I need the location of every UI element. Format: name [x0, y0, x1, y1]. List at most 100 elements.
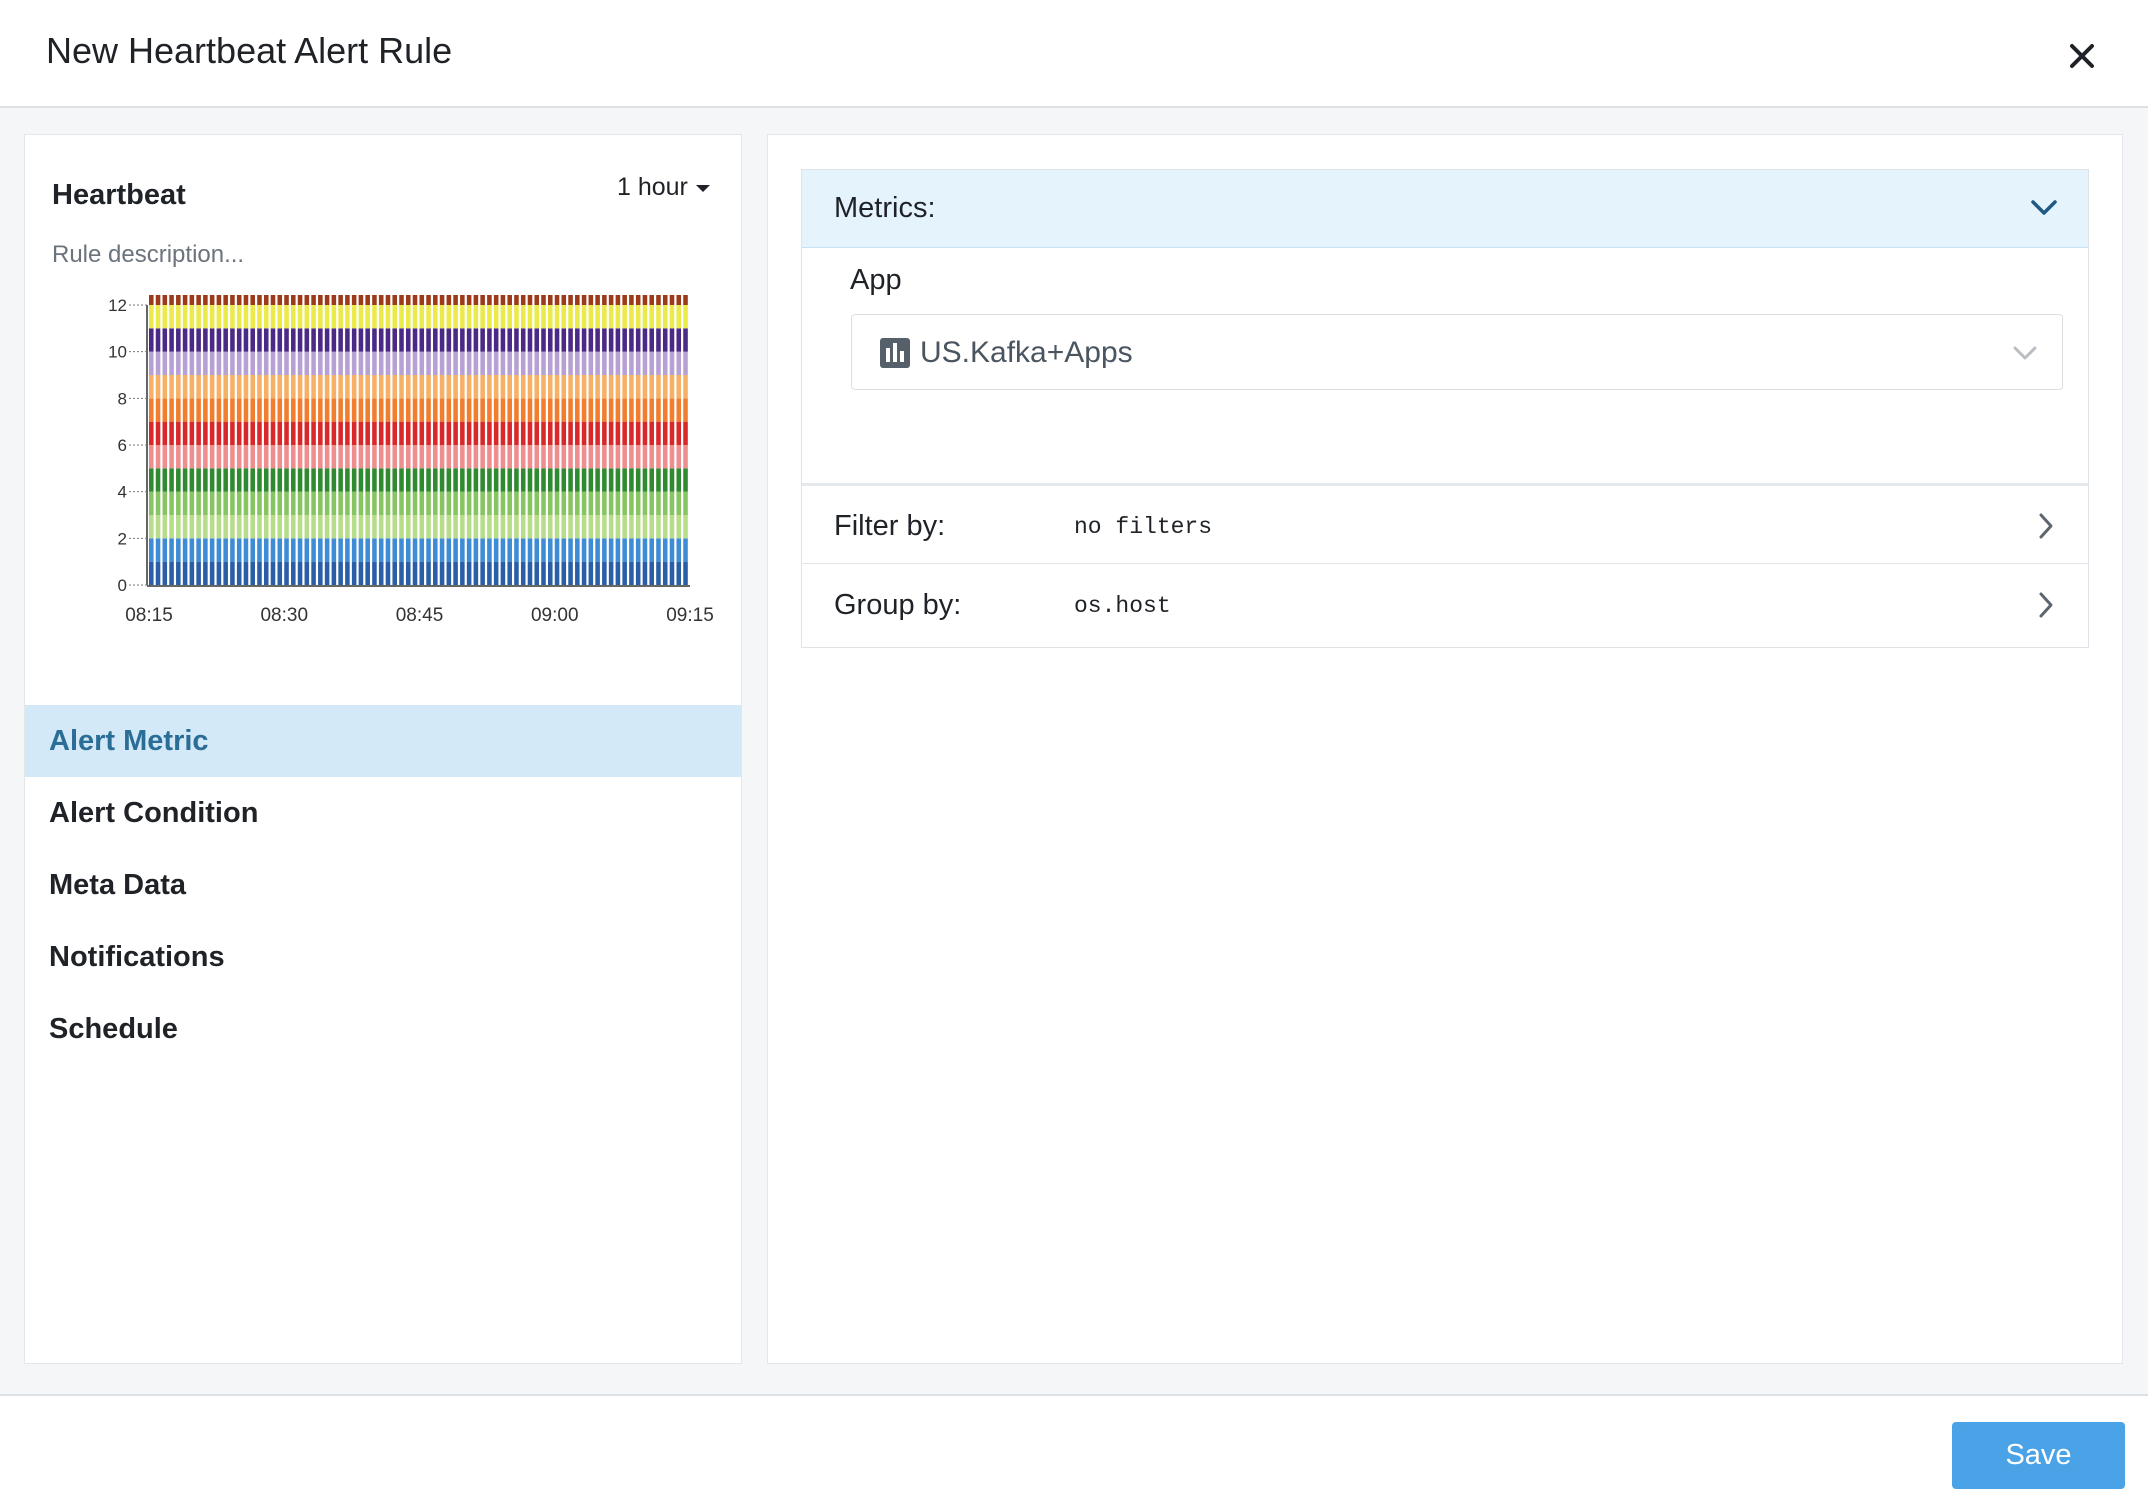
bar-segment	[372, 398, 377, 422]
bar-segment	[243, 421, 249, 445]
nav-item-meta-data[interactable]: Meta Data	[25, 849, 741, 921]
bar-segment	[324, 328, 330, 352]
bar-segment	[500, 421, 506, 445]
bar-segment	[493, 351, 499, 375]
bar-segment	[399, 375, 404, 399]
bar-segment	[534, 491, 540, 515]
bar-segment	[520, 515, 526, 539]
bar-segment	[541, 468, 546, 492]
bar-segment	[541, 375, 546, 399]
bar-segment	[534, 295, 540, 305]
bar-segment	[649, 515, 654, 539]
bar-segment	[230, 538, 235, 562]
save-button[interactable]: Save	[1952, 1422, 2125, 1489]
filter-by-row[interactable]: Filter by: no filters	[802, 486, 2088, 564]
bar-segment	[189, 398, 195, 422]
bar-segment	[257, 295, 262, 305]
bar-segment	[209, 515, 215, 539]
bar-segment	[372, 445, 377, 469]
bar-segment	[385, 295, 391, 305]
bar-segment	[487, 538, 492, 562]
bar-segment	[446, 445, 452, 469]
bar-segment	[615, 295, 621, 305]
bar-segment	[662, 445, 668, 469]
group-by-row[interactable]: Group by: os.host	[802, 565, 2088, 643]
bar-segment	[270, 421, 276, 445]
bar-segment	[236, 468, 242, 492]
bar-segment	[149, 538, 154, 562]
bar-segment	[250, 468, 255, 492]
bar-segment	[595, 561, 600, 585]
bar-segment	[182, 421, 188, 445]
bar-segment	[568, 491, 573, 515]
chart-bar	[257, 295, 262, 585]
bar-segment	[649, 375, 654, 399]
bar-segment	[656, 515, 661, 539]
bar-segment	[595, 375, 600, 399]
bar-segment	[189, 351, 195, 375]
bar-segment	[662, 515, 668, 539]
bar-segment	[176, 468, 181, 492]
close-icon[interactable]	[2062, 36, 2102, 76]
bar-segment	[426, 515, 431, 539]
bar-segment	[263, 491, 269, 515]
bar-segment	[365, 538, 370, 562]
bar-segment	[223, 328, 228, 352]
bar-segment	[575, 305, 580, 329]
bar-segment	[209, 491, 215, 515]
nav-item-notifications[interactable]: Notifications	[25, 921, 741, 993]
bar-segment	[581, 515, 587, 539]
bar-segment	[223, 421, 228, 445]
chart-bar	[622, 295, 627, 585]
chart-bar	[291, 295, 296, 585]
bar-segment	[419, 421, 425, 445]
bar-segment	[507, 305, 512, 329]
bar-segment	[149, 295, 154, 305]
nav-item-alert-metric[interactable]: Alert Metric	[25, 705, 741, 777]
bar-segment	[581, 468, 587, 492]
bar-segment	[182, 375, 188, 399]
rule-description[interactable]: Rule description...	[52, 241, 244, 269]
bar-segment	[216, 491, 222, 515]
bar-segment	[189, 491, 195, 515]
bar-segment	[399, 351, 404, 375]
bar-segment	[662, 351, 668, 375]
bar-segment	[284, 328, 289, 352]
bar-segment	[405, 375, 411, 399]
bar-segment	[676, 295, 682, 305]
bar-segment	[270, 295, 276, 305]
bar-segment	[223, 398, 228, 422]
bar-segment	[250, 398, 255, 422]
bar-segment	[554, 375, 560, 399]
bar-segment	[433, 295, 438, 305]
nav-item-schedule[interactable]: Schedule	[25, 993, 741, 1065]
bar-segment	[500, 515, 506, 539]
chevron-down-icon	[2013, 346, 2037, 360]
bar-segment	[629, 491, 634, 515]
bar-segment	[378, 295, 384, 305]
metrics-header[interactable]: Metrics:	[802, 170, 2088, 248]
chart-bar	[500, 295, 506, 585]
bar-segment	[534, 305, 540, 329]
bar-segment	[385, 328, 391, 352]
bar-segment	[595, 468, 600, 492]
bar-segment	[602, 561, 607, 585]
bar-segment	[345, 538, 350, 562]
app-select[interactable]: US.Kafka+Apps	[851, 314, 2063, 390]
bar-segment	[642, 351, 648, 375]
bar-segment	[236, 445, 242, 469]
bar-segment	[405, 398, 411, 422]
bar-segment	[169, 445, 174, 469]
bar-segment	[608, 445, 614, 469]
time-range-dropdown[interactable]: 1 hour	[617, 173, 710, 202]
bar-segment	[480, 561, 485, 585]
bar-segment	[439, 375, 445, 399]
chevron-down-icon[interactable]	[2030, 198, 2058, 218]
bar-segment	[662, 375, 668, 399]
bar-segment	[176, 491, 181, 515]
bar-segment	[635, 468, 641, 492]
bar-segment	[223, 305, 228, 329]
bar-segment	[338, 295, 343, 305]
bar-segment	[149, 398, 154, 422]
nav-item-alert-condition[interactable]: Alert Condition	[25, 777, 741, 849]
